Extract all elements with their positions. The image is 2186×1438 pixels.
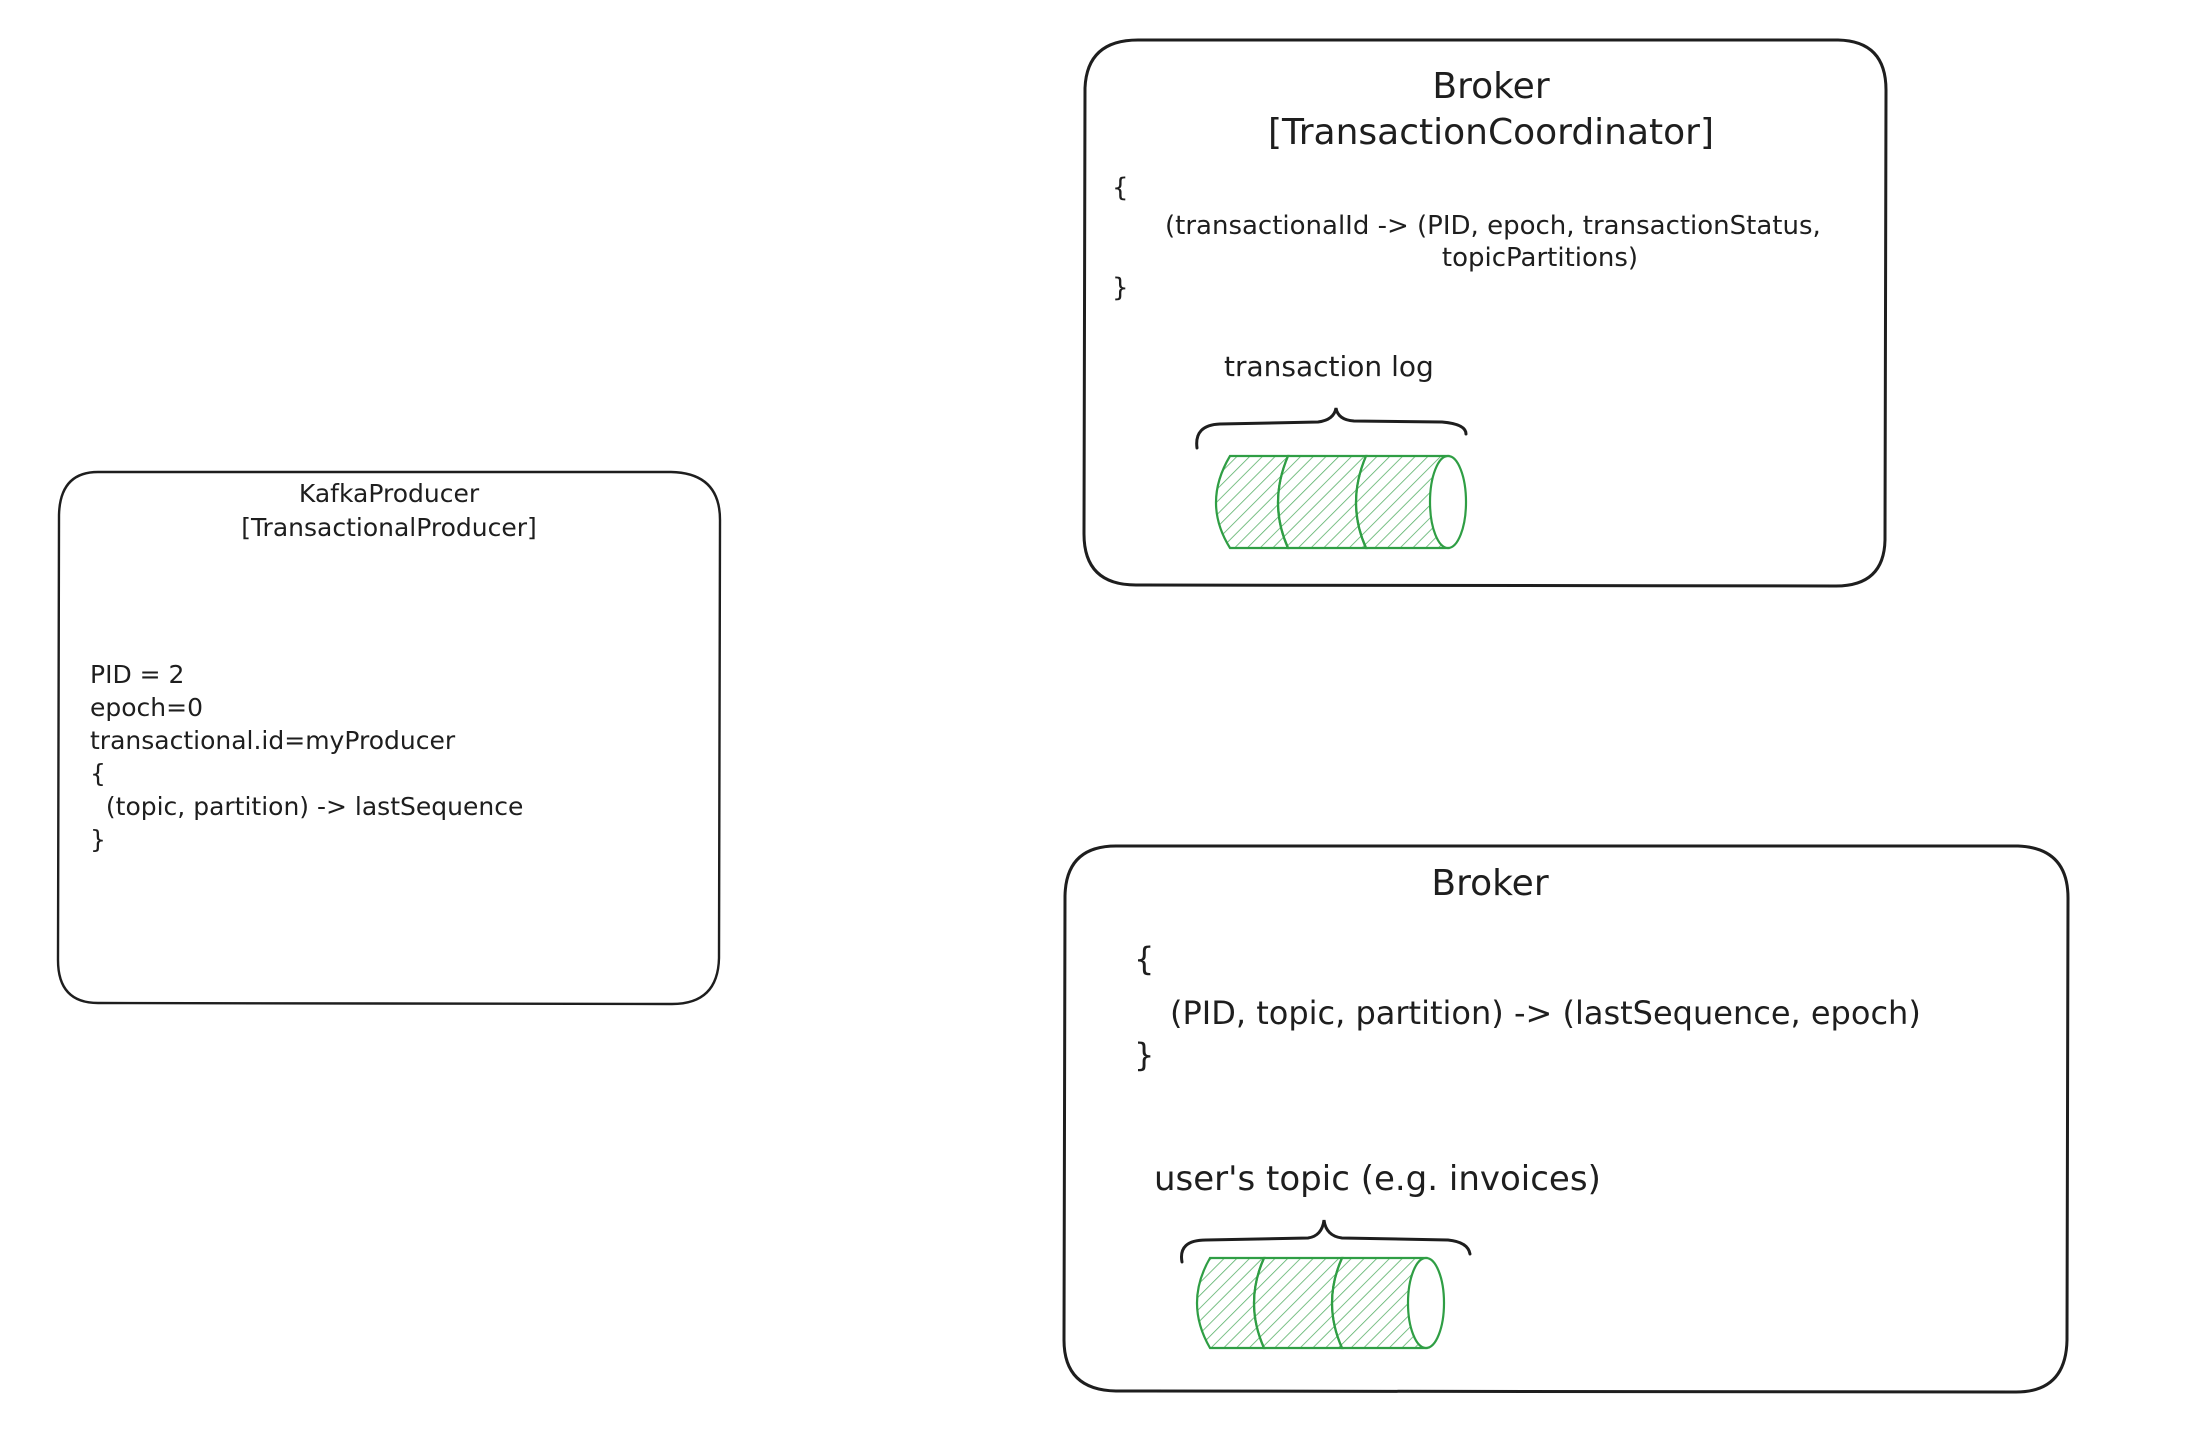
coordinator-broker-box: Broker [TransactionCoordinator] { (trans… [1082, 38, 1888, 588]
transaction-log-brace [1195, 407, 1468, 450]
coordinator-state-line-1: (transactionalId -> (PID, epoch, transac… [1165, 211, 1821, 241]
producer-subtitle: [TransactionalProducer] [241, 513, 537, 542]
coordinator-title: Broker [1432, 66, 1549, 107]
user-topic-label: user's topic (e.g. invoices) [1154, 1159, 1601, 1199]
data-broker-open-brace: { [1134, 940, 1154, 978]
data-broker-title: Broker [1431, 863, 1548, 904]
producer-epoch: epoch=0 [90, 693, 203, 722]
producer-open-brace: { [90, 759, 106, 788]
user-topic-brace [1180, 1219, 1472, 1264]
transaction-log [1215, 454, 1468, 550]
coordinator-state-line-2: topicPartitions) [1442, 243, 1638, 273]
data-broker-state-line: (PID, topic, partition) -> (lastSequence… [1170, 994, 1921, 1032]
coordinator-open-brace: { [1112, 173, 1129, 203]
producer-transactional-id: transactional.id=myProducer [90, 726, 456, 755]
diagram-canvas: KafkaProducer [TransactionalProducer] PI… [0, 0, 2186, 1438]
producer-pid: PID = 2 [90, 660, 184, 689]
transaction-log-label: transaction log [1224, 350, 1434, 383]
producer-box: KafkaProducer [TransactionalProducer] PI… [56, 470, 722, 1006]
coordinator-close-brace: } [1112, 273, 1129, 303]
producer-close-brace: } [90, 825, 106, 854]
producer-title: KafkaProducer [299, 479, 480, 508]
user-topic-log [1195, 1256, 1446, 1350]
data-broker-close-brace: } [1134, 1036, 1154, 1074]
data-broker-box: Broker { (PID, topic, partition) -> (las… [1062, 844, 2070, 1394]
coordinator-subtitle: [TransactionCoordinator] [1268, 112, 1714, 153]
producer-sequence-map: (topic, partition) -> lastSequence [90, 792, 523, 821]
